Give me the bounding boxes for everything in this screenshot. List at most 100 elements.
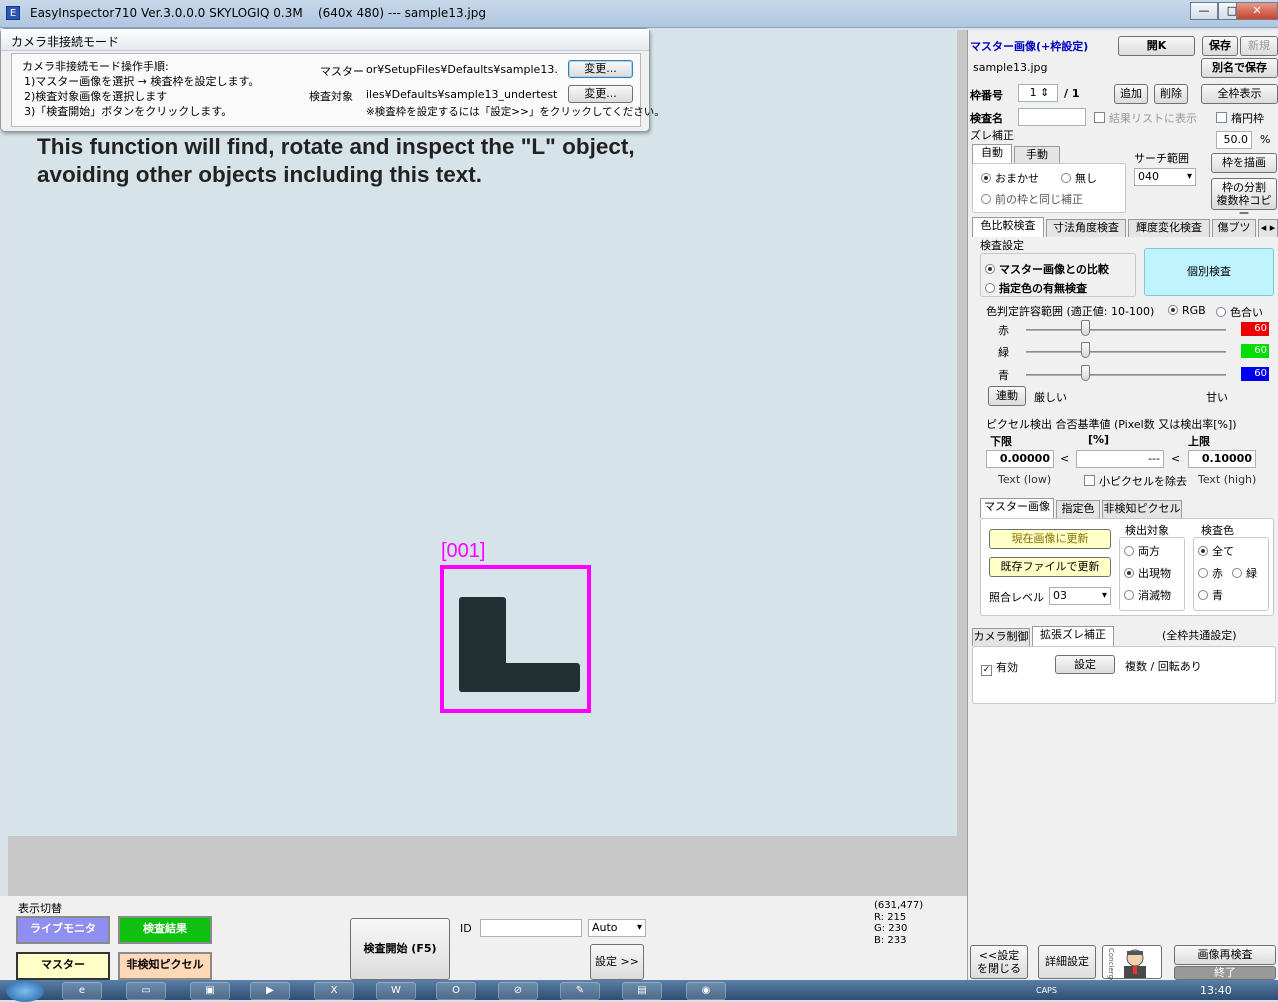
auto-select[interactable]: Auto	[588, 919, 646, 937]
inspect-name-input[interactable]	[1018, 108, 1086, 126]
tab-manual[interactable]: 手動	[1014, 146, 1060, 164]
close-button[interactable]: ✕	[1236, 2, 1278, 20]
ellipse-check-box[interactable]	[1216, 112, 1227, 123]
radio-prev[interactable]: 前の枠と同じ補正	[981, 191, 1083, 207]
tab-auto[interactable]: 自動	[972, 144, 1012, 164]
update-current-image-button[interactable]: 現在画像に更新	[989, 529, 1111, 549]
reinspect-button[interactable]: 画像再検査	[1174, 945, 1276, 965]
settings-toggle-button[interactable]: 設定 >>	[590, 944, 644, 980]
tab-scroll-arrows-icon[interactable]: ◂ ▸	[1258, 219, 1278, 237]
radio-detect-appear-dot[interactable]	[1124, 568, 1134, 578]
remove-small-checkbox[interactable]: 小ピクセルを除去	[1084, 473, 1187, 489]
ie-icon[interactable]: e	[62, 982, 102, 1000]
link-sliders-button[interactable]: 連動	[988, 386, 1026, 406]
enabled-checkbox[interactable]: ✓ 有効	[981, 659, 1018, 676]
frame-number-stepper[interactable]: 1 ⇕	[1018, 84, 1058, 102]
upper-limit-input[interactable]: 0.10000	[1188, 450, 1256, 468]
individual-inspection-button[interactable]: 個別検査	[1144, 248, 1274, 296]
draw-frame-button[interactable]: 枠を描画	[1211, 153, 1277, 173]
enabled-check-box[interactable]: ✓	[981, 665, 992, 676]
radio-color-presence-dot[interactable]	[985, 283, 995, 293]
radio-detect-appear[interactable]: 出現物	[1124, 565, 1171, 581]
radio-color-blue-dot[interactable]	[1198, 590, 1208, 600]
change-master-button[interactable]: 変更...	[568, 60, 633, 78]
media-icon[interactable]: ▶	[250, 982, 290, 1000]
red-slider-thumb[interactable]	[1081, 320, 1090, 336]
green-slider-thumb[interactable]	[1081, 342, 1090, 358]
easyinspector-task-icon[interactable]: ◉	[686, 982, 726, 1000]
subtab-master-image[interactable]: マスター画像	[980, 498, 1054, 518]
split-frame-button[interactable]: 枠の分割 複数枠コピー	[1211, 178, 1277, 220]
radio-detect-vanish[interactable]: 消滅物	[1124, 587, 1171, 603]
word-icon[interactable]: W	[376, 982, 416, 1000]
close-settings-button[interactable]: <<設定 を閉じる	[970, 945, 1028, 979]
new-button[interactable]: 新規	[1240, 36, 1278, 56]
inspection-frame[interactable]	[440, 565, 591, 713]
radio-compare-master-dot[interactable]	[985, 264, 995, 274]
radio-color-presence[interactable]: 指定色の有無検査	[985, 280, 1087, 296]
green-slider[interactable]	[1026, 351, 1226, 353]
change-target-button[interactable]: 変更...	[568, 85, 633, 103]
start-inspection-button[interactable]: 検査開始 (F5)	[350, 918, 450, 980]
zoom-input[interactable]: 50.0	[1216, 131, 1252, 149]
paint-icon[interactable]: ✎	[560, 982, 600, 1000]
delete-frame-button[interactable]: 削除	[1154, 84, 1188, 104]
radio-hue[interactable]: 色合い	[1216, 304, 1263, 320]
show-all-frames-button[interactable]: 全枠表示	[1201, 84, 1278, 104]
radio-rgb-dot[interactable]	[1168, 305, 1178, 315]
tab-luminance-change[interactable]: 輝度変化検査	[1128, 219, 1210, 237]
radio-none[interactable]: 無し	[1061, 170, 1097, 186]
red-slider[interactable]	[1026, 329, 1226, 331]
radio-rgb[interactable]: RGB	[1168, 304, 1206, 317]
save-button[interactable]: 保存	[1202, 36, 1238, 56]
add-frame-button[interactable]: 追加	[1114, 84, 1148, 104]
concierge-button[interactable]: Concierge	[1102, 945, 1162, 983]
app-window-icon[interactable]: ▤	[622, 982, 662, 1000]
open-button[interactable]: 開K	[1118, 36, 1195, 56]
radio-detect-both[interactable]: 両方	[1124, 543, 1160, 559]
blue-slider-thumb[interactable]	[1081, 365, 1090, 381]
undetected-pixel-button[interactable]: 非検知ピクセル	[118, 952, 212, 980]
subtab-undetected-pixel[interactable]: 非検知ピクセル	[1102, 500, 1182, 518]
save-as-button[interactable]: 別名で保存	[1201, 58, 1278, 78]
update-from-file-button[interactable]: 既存ファイルで更新	[989, 557, 1111, 577]
radio-color-all[interactable]: 全て	[1198, 543, 1234, 559]
radio-color-all-dot[interactable]	[1198, 546, 1208, 556]
ellipse-checkbox[interactable]: 楕円枠	[1216, 110, 1264, 126]
radio-color-blue[interactable]: 青	[1198, 587, 1223, 603]
radio-detect-vanish-dot[interactable]	[1124, 590, 1134, 600]
radio-color-green[interactable]: 緑	[1232, 565, 1257, 581]
shift-setting-button[interactable]: 設定	[1055, 655, 1115, 674]
inspection-result-button[interactable]: 検査結果	[118, 916, 212, 944]
id-input[interactable]	[480, 919, 582, 937]
remove-small-check-box[interactable]	[1084, 475, 1095, 486]
radio-prev-dot[interactable]	[981, 194, 991, 204]
master-display-button[interactable]: マスター	[16, 952, 110, 980]
folder-icon[interactable]: ▭	[126, 982, 166, 1000]
radio-color-red-dot[interactable]	[1198, 568, 1208, 578]
tab-dimension-angle[interactable]: 寸法角度検査	[1046, 219, 1126, 237]
search-range-select[interactable]: 040	[1134, 168, 1196, 186]
match-level-select[interactable]: 03	[1049, 587, 1111, 605]
tab-extended-shift[interactable]: 拡張ズレ補正	[1032, 626, 1114, 646]
result-list-check-box[interactable]	[1094, 112, 1105, 123]
tab-camera-control[interactable]: カメラ制御	[972, 628, 1030, 646]
outlook-icon[interactable]: O	[436, 982, 476, 1000]
radio-hue-dot[interactable]	[1216, 307, 1226, 317]
detail-settings-button[interactable]: 詳細設定	[1038, 945, 1096, 979]
tab-color-compare[interactable]: 色比較検査	[972, 217, 1044, 237]
radio-none-dot[interactable]	[1061, 173, 1071, 183]
radio-color-green-dot[interactable]	[1232, 568, 1242, 578]
window-icon[interactable]: ▣	[190, 982, 230, 1000]
live-monitor-button[interactable]: ライブモニタ	[16, 916, 110, 944]
radio-detect-both-dot[interactable]	[1124, 546, 1134, 556]
exit-button[interactable]: 終了	[1174, 966, 1276, 980]
blocked-app-icon[interactable]: ⊘	[498, 982, 538, 1000]
excel-icon[interactable]: X	[314, 982, 354, 1000]
radio-color-red[interactable]: 赤	[1198, 565, 1223, 581]
lower-limit-input[interactable]: 0.00000	[986, 450, 1054, 468]
tab-scratch[interactable]: 傷ブツ検	[1212, 219, 1256, 237]
stepper-arrows-icon[interactable]: ⇕	[1040, 86, 1049, 99]
start-button-icon[interactable]	[6, 980, 44, 1002]
radio-auto-dot[interactable]	[981, 173, 991, 183]
